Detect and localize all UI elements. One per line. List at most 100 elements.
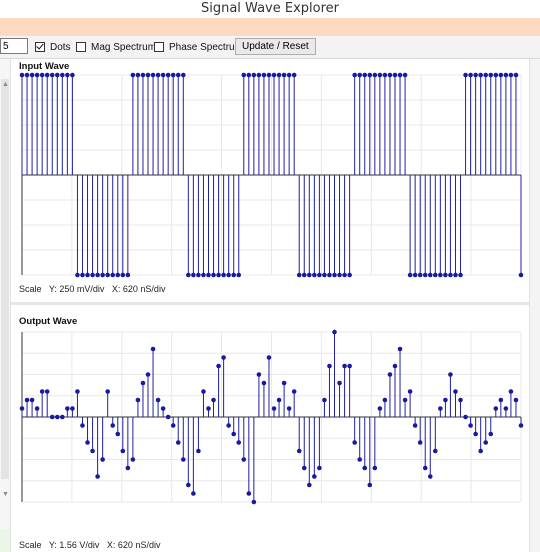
- stem-point: [271, 72, 277, 78]
- stem-point: [19, 72, 25, 78]
- left-scrollbar[interactable]: ▲ ▼: [0, 59, 11, 552]
- stem-point: [60, 72, 65, 78]
- stem-point: [90, 448, 95, 454]
- stem-point: [296, 448, 302, 454]
- stem-point: [443, 272, 448, 278]
- stem-point: [85, 272, 90, 278]
- stem-point: [140, 380, 146, 386]
- stem-point: [251, 72, 257, 78]
- mag-spectrum-checkbox[interactable]: [76, 42, 86, 52]
- stem-point: [286, 72, 292, 78]
- mag-spectrum-toggle[interactable]: Mag Spectrum: [76, 36, 156, 58]
- stem-point: [387, 372, 393, 377]
- stem-point: [65, 406, 70, 411]
- toolbar: Dots Mag Spectrum Phase Spectrum Update …: [0, 36, 540, 59]
- stem-point: [291, 389, 297, 394]
- stem-point: [367, 72, 373, 78]
- stem-point: [105, 389, 110, 394]
- stem-point: [513, 397, 519, 403]
- scroll-up-icon[interactable]: ▲: [2, 81, 9, 88]
- stem-point: [191, 272, 196, 278]
- stem-point: [372, 465, 378, 471]
- stem-point: [236, 440, 242, 445]
- stem-point: [448, 272, 453, 278]
- stem-point: [402, 72, 408, 78]
- stem-point: [201, 272, 206, 278]
- stem-point: [211, 397, 216, 403]
- stem-point: [337, 272, 342, 278]
- status-strip: [0, 529, 10, 552]
- stem-point: [241, 72, 247, 78]
- stem-point: [251, 499, 257, 505]
- stem-point: [95, 474, 100, 479]
- input-x-scale: X: 620 nS/div: [111, 284, 166, 294]
- stem-point: [24, 72, 30, 78]
- scrollbar-thumb[interactable]: [1, 79, 9, 479]
- stem-point: [150, 346, 156, 352]
- update-reset-button[interactable]: Update / Reset: [235, 38, 316, 55]
- stem-point: [342, 272, 347, 278]
- stem-point: [281, 380, 287, 386]
- stem-point: [332, 272, 337, 278]
- stem-point: [498, 397, 504, 403]
- stem-point: [468, 72, 473, 78]
- stem-point: [49, 72, 55, 78]
- stem-point: [337, 380, 342, 386]
- stem-point: [256, 72, 262, 78]
- output-scale-label: Scale: [19, 540, 42, 550]
- stem-point: [100, 272, 105, 278]
- stem-point: [438, 406, 443, 411]
- input-y-scale: Y: 250 mV/div: [48, 284, 105, 294]
- stem-point: [54, 72, 60, 78]
- title-bar: Signal Wave Explorer: [0, 0, 540, 18]
- phase-spectrum-toggle[interactable]: Phase Spectrum: [154, 36, 243, 58]
- stem-point: [105, 272, 110, 278]
- input-scale-label: Scale: [19, 284, 42, 294]
- number-input[interactable]: [0, 38, 28, 54]
- stem-point: [382, 72, 388, 78]
- stem-point: [463, 414, 468, 420]
- stem-point: [231, 272, 236, 278]
- stem-point: [362, 465, 368, 471]
- stem-point: [352, 440, 357, 445]
- stem-point: [29, 397, 35, 403]
- stem-point: [453, 272, 458, 278]
- stem-point: [54, 414, 60, 420]
- stem-point: [317, 272, 322, 278]
- stem-point: [493, 406, 499, 411]
- stem-point: [458, 272, 463, 278]
- phase-spectrum-checkbox[interactable]: [154, 42, 164, 52]
- stem-point: [392, 363, 398, 369]
- stem-point: [377, 406, 383, 411]
- stem-point: [221, 355, 226, 360]
- stem-point: [85, 440, 90, 445]
- stem-point: [60, 414, 65, 420]
- stem-point: [488, 72, 494, 78]
- stem-point: [463, 72, 468, 78]
- stem-point: [518, 423, 524, 428]
- stem-point: [180, 72, 186, 78]
- scroll-down-icon[interactable]: ▼: [2, 491, 9, 498]
- stem-point: [246, 72, 252, 78]
- stem-point: [170, 72, 176, 78]
- stem-point: [427, 272, 433, 278]
- stem-point: [266, 355, 272, 360]
- stem-point: [407, 389, 413, 394]
- stem-point: [503, 72, 509, 78]
- stem-point: [322, 397, 327, 403]
- dots-toggle[interactable]: Dots: [35, 36, 71, 58]
- stem-point: [271, 406, 277, 411]
- stem-point: [347, 272, 352, 278]
- stem-point: [110, 423, 116, 428]
- dots-checkbox[interactable]: [35, 42, 45, 52]
- stem-point: [160, 72, 166, 78]
- phase-spectrum-label: Phase Spectrum: [169, 41, 243, 53]
- right-scrollbar[interactable]: [529, 59, 540, 552]
- stem-point: [422, 272, 428, 278]
- stem-point: [468, 423, 473, 428]
- stem-point: [397, 72, 403, 78]
- stem-point: [473, 72, 478, 78]
- stem-point: [216, 272, 221, 278]
- stem-point: [44, 72, 50, 78]
- stem-point: [65, 72, 70, 78]
